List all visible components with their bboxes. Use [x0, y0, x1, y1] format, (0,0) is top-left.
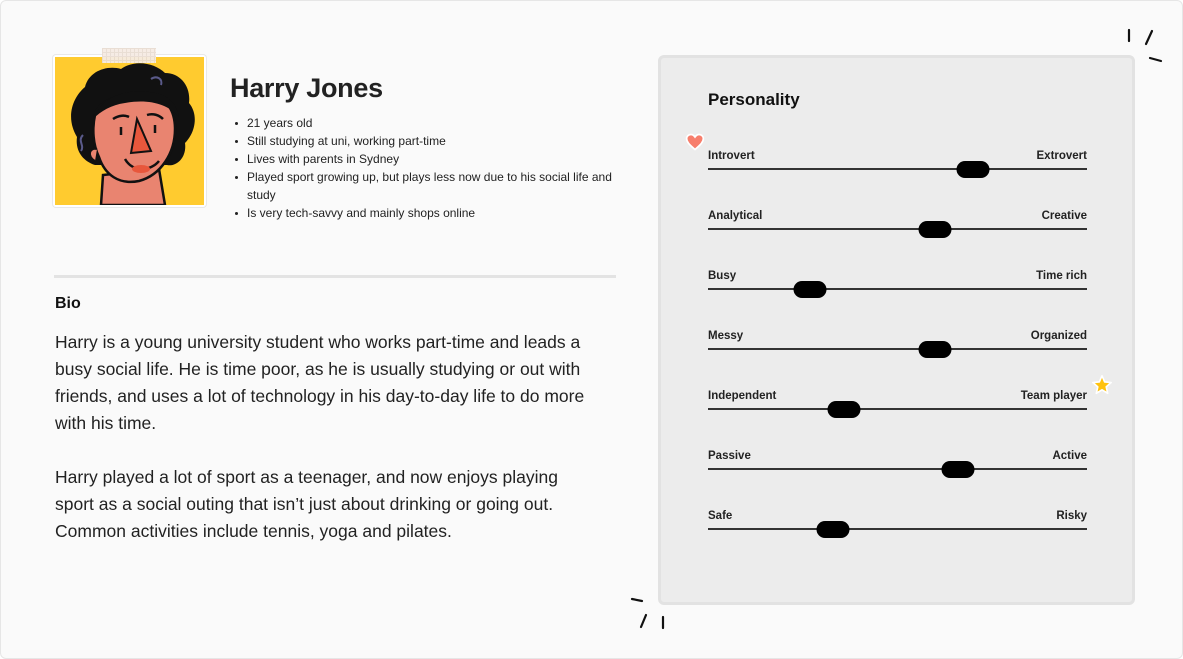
trait-slider-passive: Passive Active	[708, 450, 1087, 490]
fact-item: Lives with parents in Sydney	[234, 150, 614, 168]
persona-name: Harry Jones	[230, 73, 383, 103]
trait-left-label: Safe	[708, 510, 733, 522]
bio-title: Bio	[55, 295, 81, 312]
slider-track[interactable]	[708, 288, 1087, 290]
avatar-background	[55, 57, 204, 205]
trait-right-label: Risky	[1056, 510, 1087, 522]
avatar	[53, 55, 206, 207]
portrait-illustration-icon	[71, 63, 195, 205]
trait-left-label: Busy	[708, 270, 737, 282]
trait-right-label: Extrovert	[1036, 150, 1088, 162]
trait-right-label: Time rich	[1036, 270, 1087, 282]
trait-right-label: Active	[1052, 450, 1087, 462]
slider-thumb[interactable]	[827, 401, 861, 418]
star-icon	[1092, 375, 1112, 395]
bio-text: Harry is a young university student who …	[55, 329, 600, 545]
personality-title: Personality	[708, 90, 800, 109]
trait-slider-messy: Messy Organized	[708, 330, 1087, 370]
slider-track[interactable]	[708, 528, 1087, 530]
trait-left-label: Passive	[708, 450, 751, 462]
fact-item: Played sport growing up, but plays less …	[234, 168, 614, 204]
trait-slider-busy: Busy Time rich	[708, 270, 1087, 310]
trait-right-label: Organized	[1030, 330, 1087, 342]
trait-right-label: Team player	[1020, 390, 1087, 402]
sparkle-lines-top-right-icon	[1127, 28, 1163, 63]
slider-track[interactable]	[708, 408, 1087, 410]
bio-paragraph: Harry is a young university student who …	[55, 332, 585, 433]
fact-item: Still studying at uni, working part-time	[234, 132, 614, 150]
heart-icon	[685, 133, 705, 151]
slider-thumb[interactable]	[918, 341, 952, 358]
trait-slider-analytical: Analytical Creative	[708, 210, 1087, 250]
persona-facts-list: 21 years old Still studying at uni, work…	[234, 114, 614, 222]
trait-slider-safe: Safe Risky	[708, 510, 1087, 550]
slider-track[interactable]	[708, 228, 1087, 230]
sparkle-lines-bottom-left-icon	[630, 597, 665, 630]
trait-right-label: Creative	[1041, 210, 1087, 222]
trait-left-label: Messy	[708, 330, 744, 342]
slider-track[interactable]	[708, 348, 1087, 350]
slider-thumb[interactable]	[918, 221, 952, 238]
bio-paragraph: Harry played a lot of sport as a teenage…	[55, 467, 558, 541]
slider-track[interactable]	[708, 468, 1087, 470]
trait-slider-independent: Independent Team player	[708, 390, 1087, 430]
slider-thumb[interactable]	[816, 521, 850, 538]
section-divider	[54, 275, 616, 278]
trait-left-label: Independent	[708, 390, 777, 402]
trait-left-label: Introvert	[708, 150, 755, 162]
slider-thumb[interactable]	[956, 161, 990, 178]
fact-item: Is very tech-savvy and mainly shops onli…	[234, 204, 614, 222]
slider-thumb[interactable]	[941, 461, 975, 478]
tape-decoration	[102, 48, 156, 63]
trait-slider-introvert: Introvert Extrovert	[708, 150, 1087, 190]
trait-left-label: Analytical	[708, 210, 763, 222]
slider-track[interactable]	[708, 168, 1087, 170]
slider-thumb[interactable]	[793, 281, 827, 298]
persona-page: Harry Jones 21 years old Still studying …	[0, 0, 1183, 659]
fact-item: 21 years old	[234, 114, 614, 132]
